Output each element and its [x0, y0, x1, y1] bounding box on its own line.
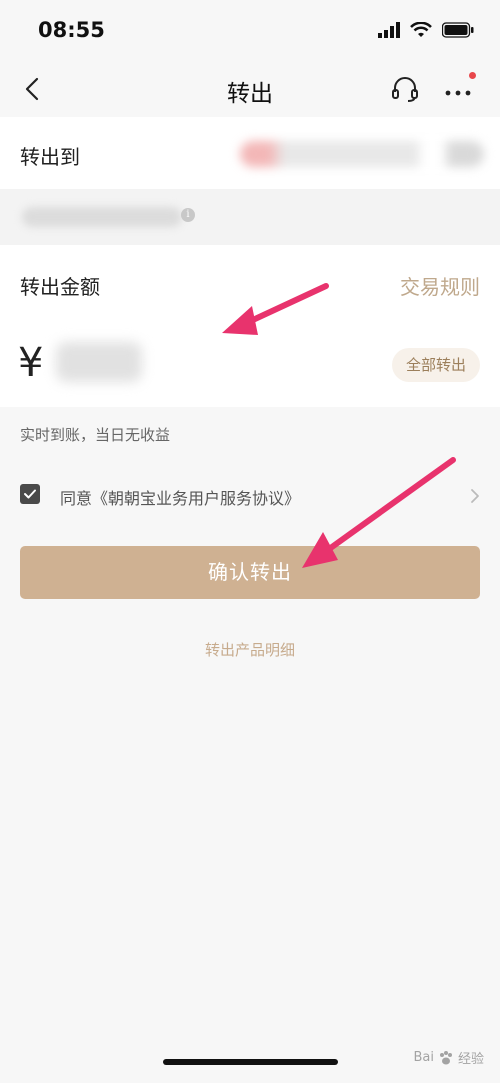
info-strip: [0, 189, 500, 245]
agreement-row[interactable]: 同意《朝朝宝业务用户服务协议》: [0, 476, 500, 516]
amount-label: 转出金额: [20, 275, 100, 299]
trade-rules-link[interactable]: 交易规则: [400, 271, 480, 300]
status-time: 08:55: [38, 18, 105, 42]
amount-card: 转出金额 交易规则 ¥ 全部转出: [0, 245, 500, 407]
arrival-note: 实时到账，当日无收益: [20, 426, 171, 444]
wifi-icon: [410, 22, 432, 37]
chevron-right-icon[interactable]: [468, 486, 482, 506]
blurred-account-info: [240, 141, 484, 167]
notification-dot: [469, 72, 476, 79]
battery-icon: [442, 22, 474, 38]
status-icons: [378, 22, 474, 38]
watermark-text: 经验: [457, 1052, 484, 1067]
baidu-watermark: Bai 经验: [413, 1048, 484, 1067]
agreement-checkbox[interactable]: [20, 484, 40, 504]
signal-icon: [378, 22, 400, 38]
home-indicator: [163, 1059, 338, 1065]
agreement-text[interactable]: 同意《朝朝宝业务用户服务协议》: [60, 485, 300, 509]
currency-symbol: ¥: [18, 340, 44, 386]
paw-icon: [439, 1050, 452, 1064]
more-button[interactable]: [440, 72, 476, 106]
blurred-info-text: [22, 207, 182, 227]
product-detail-link[interactable]: 转出产品明细: [0, 639, 500, 660]
watermark-brand: Bai: [413, 1050, 434, 1065]
confirm-transfer-button[interactable]: 确认转出: [20, 546, 480, 599]
transfer-to-row[interactable]: 转出到: [0, 117, 500, 189]
transfer-to-label: 转出到: [20, 145, 80, 169]
status-bar: 08:55: [0, 0, 500, 62]
transfer-all-button[interactable]: 全部转出: [391, 348, 480, 382]
nav-bar: 转出: [0, 62, 500, 116]
info-icon[interactable]: i: [181, 208, 195, 222]
check-icon: [24, 489, 36, 499]
headset-icon[interactable]: [390, 74, 420, 104]
page-title: 转出: [227, 81, 273, 107]
amount-input[interactable]: [56, 342, 142, 382]
